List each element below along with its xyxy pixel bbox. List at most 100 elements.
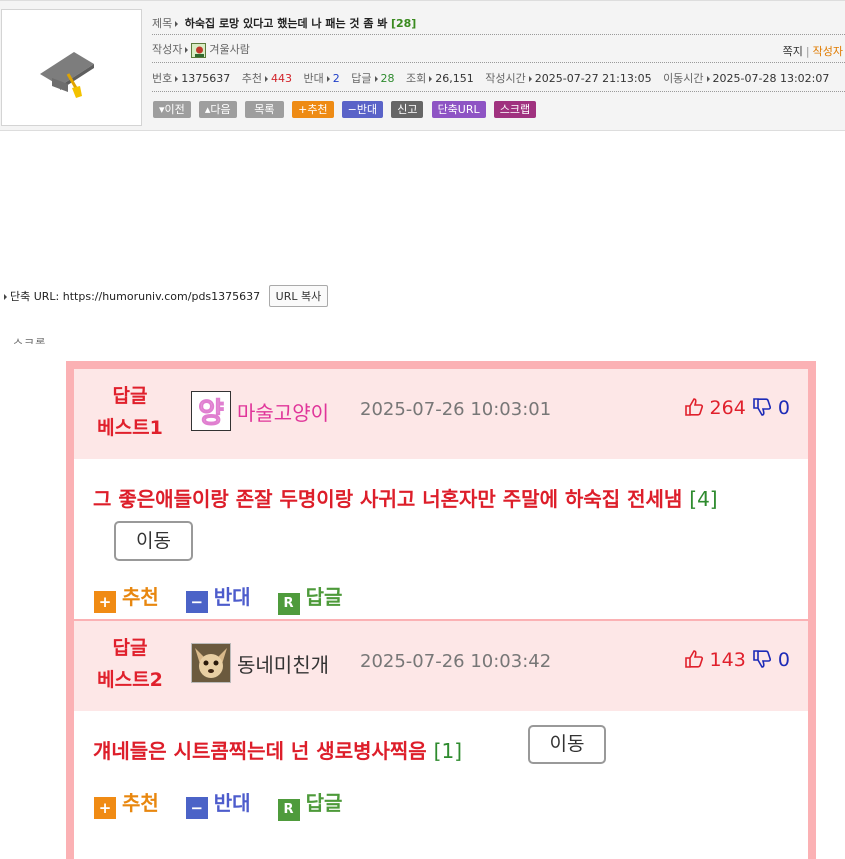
replies-count: 28 [380, 72, 395, 85]
arrow-right-icon [175, 20, 179, 27]
reply-votes: 143 0 [684, 649, 790, 671]
best-reply-header: 답글 베스트2 동네미친개 2025-07-26 10:03:42 143 0 [74, 621, 808, 711]
reply-r-icon: R [277, 593, 300, 615]
author-label: 작성자 [152, 43, 183, 56]
author-links: 쪽지 | 작성자 [782, 45, 843, 58]
reply-recommend-button[interactable]: + 추천 [94, 581, 159, 613]
chihuahua-icon [192, 644, 230, 682]
minus-icon: − [185, 797, 208, 819]
move-button[interactable]: 이동 [114, 521, 193, 561]
divider [152, 62, 845, 63]
scrap-button[interactable]: 스크랩 [493, 101, 537, 118]
author-row: 작성자 겨울사람 쪽지 | 작성자 [152, 41, 845, 58]
thumbs-up-icon [684, 398, 703, 416]
reply-count[interactable]: [4] [689, 487, 717, 511]
reply-votes: 264 0 [684, 397, 790, 419]
best-replies-panel: 답글 베스트1 양 마술고양이 2025-07-26 10:03:01 264 … [66, 361, 816, 859]
meta-row: 번호 1375637 추천 443 반대 2 답글 28 조회 26,151 작성시간 20… [152, 70, 845, 86]
best-reply-body: 걔네들은 시트콤찍는데 넌 생로병사찍음 [1] 이동 + 추천 − 반대 R 답글 [74, 711, 808, 859]
arrow-right-icon [185, 46, 189, 53]
reply-actions: + 추천 − 반대 R 답글 [94, 581, 362, 615]
arrow-right-icon [429, 75, 433, 82]
arrow-right-icon [706, 75, 710, 82]
oppose-label: 반대 [303, 72, 324, 85]
short-url-value[interactable]: https://humoruniv.com/pds1375637 [63, 290, 260, 303]
post-comment-count[interactable]: [28] [391, 17, 416, 30]
best-rank: 답글 베스트1 [97, 385, 163, 439]
reply-reply-button[interactable]: R 답글 [277, 581, 342, 615]
short-url-label: 단축 URL: [10, 290, 60, 303]
post-header: 제목 하숙집 로망 있다고 했는데 나 패는 것 좀 봐 [28] 작성자 겨울사… [0, 0, 845, 131]
report-button[interactable]: 신고 [391, 101, 424, 118]
thumbs-down-icon [753, 398, 771, 416]
recommend-button[interactable]: +추천 [292, 101, 334, 118]
title-row: 제목 하숙집 로망 있다고 했는데 나 패는 것 좀 봐 [28] [152, 15, 845, 31]
yang-logo-icon: 양 [192, 392, 230, 430]
best-rank: 답글 베스트2 [97, 637, 163, 691]
plus-icon: + [94, 797, 116, 819]
reply-actions: + 추천 − 반대 R 답글 [94, 787, 362, 821]
upvote-count: 143 [709, 649, 746, 671]
moved-time: 2025-07-28 13:02:07 [712, 72, 830, 85]
post-thumbnail [1, 9, 142, 126]
thumbs-up-icon [684, 650, 703, 668]
reply-oppose-button[interactable]: − 반대 [185, 581, 251, 613]
reply-recommend-button[interactable]: + 추천 [94, 787, 159, 819]
svg-text:양: 양 [198, 396, 224, 429]
author-articles-link[interactable]: 작성자 [813, 45, 843, 58]
arrow-right-icon [265, 75, 268, 82]
author-level-icon [191, 42, 207, 58]
reply-reply-button[interactable]: R 답글 [277, 787, 342, 821]
author-name[interactable]: 겨울사람 [209, 43, 249, 56]
downvote-count: 0 [777, 397, 790, 419]
divider [152, 34, 845, 35]
reply-date: 2025-07-26 10:03:01 [360, 399, 552, 420]
arrow-right-icon [528, 75, 532, 82]
number-label: 번호 [152, 72, 173, 85]
best-reply: 답글 베스트1 양 마술고양이 2025-07-26 10:03:01 264 … [74, 369, 808, 621]
reply-date: 2025-07-26 10:03:42 [360, 651, 552, 672]
best-reply-header: 답글 베스트1 양 마술고양이 2025-07-26 10:03:01 264 … [74, 369, 808, 459]
reply-text: 그 좋은애들이랑 존잘 두명이랑 사귀고 너혼자만 주말에 하숙집 전세냄 [4… [93, 487, 718, 511]
reply-count[interactable]: [1] [434, 739, 462, 763]
views-count: 26,151 [435, 72, 474, 85]
move-button[interactable]: 이동 [528, 725, 606, 764]
avatar[interactable]: 양 [191, 391, 231, 431]
minus-icon: − [185, 591, 208, 613]
avatar[interactable] [191, 643, 231, 683]
divider [152, 91, 845, 92]
recommend-count: 443 [271, 72, 292, 85]
views-label: 조회 [406, 72, 427, 85]
title-label: 제목 [152, 17, 173, 30]
created-time: 2025-07-27 21:13:05 [534, 72, 652, 85]
replies-label: 답글 [351, 72, 372, 85]
arrow-right-icon [175, 75, 179, 82]
short-url-row: 단축 URL: https://humoruniv.com/pds1375637… [4, 285, 329, 307]
prev-button[interactable]: ▾이전 [153, 101, 191, 118]
reply-author-name[interactable]: 마술고양이 [237, 397, 329, 426]
reply-author-name[interactable]: 동네미친개 [237, 649, 329, 678]
reply-r-icon: R [277, 799, 300, 821]
moved-label: 이동시간 [663, 72, 704, 85]
recommend-label: 추천 [241, 72, 262, 85]
post-actions: ▾이전 ▴다음 목록 +추천 −반대 신고 단축URL 스크랩 [153, 101, 539, 120]
short-url-button[interactable]: 단축URL [431, 101, 486, 118]
list-button[interactable]: 목록 [244, 101, 284, 118]
best-reply-body: 그 좋은애들이랑 존잘 두명이랑 사귀고 너혼자만 주말에 하숙집 전세냄 [4… [74, 459, 808, 619]
next-button[interactable]: ▴다음 [198, 101, 237, 118]
created-label: 작성시간 [485, 72, 526, 85]
arrow-right-icon [326, 75, 330, 82]
cut-off-label: 스크롤 [13, 337, 47, 344]
message-link[interactable]: 쪽지 [783, 45, 803, 58]
copy-url-button[interactable]: URL 복사 [268, 285, 329, 307]
post-title: 하숙집 로망 있다고 했는데 나 패는 것 좀 봐 [184, 17, 388, 30]
arrow-right-icon [374, 75, 378, 82]
reply-oppose-button[interactable]: − 반대 [185, 787, 251, 819]
best-reply: 답글 베스트2 동네미친개 2025-07-26 10:03:42 143 0 … [74, 621, 808, 859]
arrow-right-icon [4, 294, 7, 300]
oppose-button[interactable]: −반대 [341, 101, 384, 118]
plus-icon: + [94, 591, 116, 613]
post-number: 1375637 [181, 72, 231, 85]
graduation-cap-icon [40, 52, 94, 98]
upvote-count: 264 [709, 397, 746, 419]
